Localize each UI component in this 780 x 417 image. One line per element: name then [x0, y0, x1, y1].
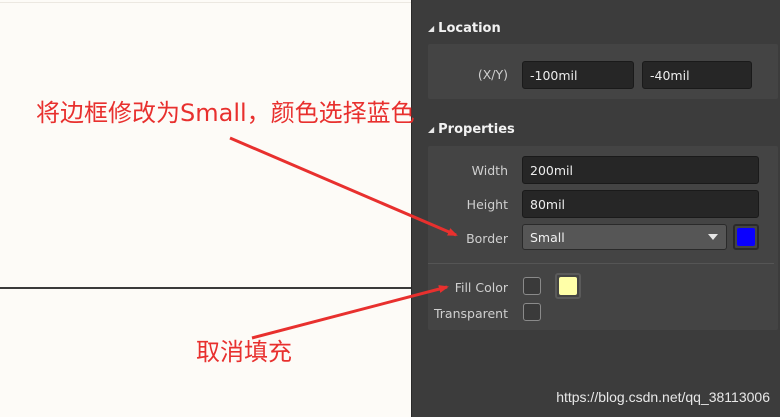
- fill-color-checkbox[interactable]: [523, 277, 541, 295]
- fill-color-swatch[interactable]: [555, 273, 581, 299]
- width-input[interactable]: 200mil: [522, 156, 759, 184]
- annotation-fill: 取消填充: [196, 338, 292, 366]
- properties-panel: ◢ Location (X/Y) -100mil -40mil ◢ Proper…: [411, 0, 780, 417]
- height-label: Height: [466, 197, 508, 212]
- annotation-border: 将边框修改为Small，颜色选择蓝色: [36, 99, 415, 127]
- border-select-value: Small: [530, 229, 565, 245]
- x-position-input[interactable]: -100mil: [522, 61, 634, 89]
- xy-label: (X/Y): [477, 67, 508, 82]
- fill-color-label: Fill Color: [454, 280, 508, 295]
- border-select[interactable]: Small: [522, 224, 727, 250]
- divider: [428, 263, 774, 264]
- canvas-line: [0, 287, 411, 289]
- properties-section-title: Properties: [438, 121, 515, 137]
- collapse-triangle-icon[interactable]: ◢: [428, 125, 434, 134]
- location-section-title: Location: [438, 20, 501, 36]
- border-label: Border: [466, 231, 508, 246]
- chevron-down-icon: [708, 234, 718, 240]
- properties-group: Width 200mil Height 80mil Border Small F…: [428, 146, 778, 330]
- canvas-edge: [0, 2, 411, 3]
- height-input[interactable]: 80mil: [522, 190, 759, 218]
- location-section-header[interactable]: ◢ Location: [428, 18, 501, 38]
- location-group: (X/Y) -100mil -40mil: [428, 44, 778, 99]
- collapse-triangle-icon[interactable]: ◢: [428, 24, 434, 33]
- transparent-label: Transparent: [433, 306, 508, 321]
- fill-color-fill: [559, 277, 577, 295]
- properties-section-header[interactable]: ◢ Properties: [428, 119, 515, 139]
- transparent-checkbox[interactable]: [523, 303, 541, 321]
- border-color-swatch[interactable]: [733, 224, 759, 250]
- width-label: Width: [471, 163, 508, 178]
- border-color-fill: [737, 228, 755, 246]
- watermark: https://blog.csdn.net/qq_38113006: [556, 389, 770, 405]
- y-position-input[interactable]: -40mil: [642, 61, 752, 89]
